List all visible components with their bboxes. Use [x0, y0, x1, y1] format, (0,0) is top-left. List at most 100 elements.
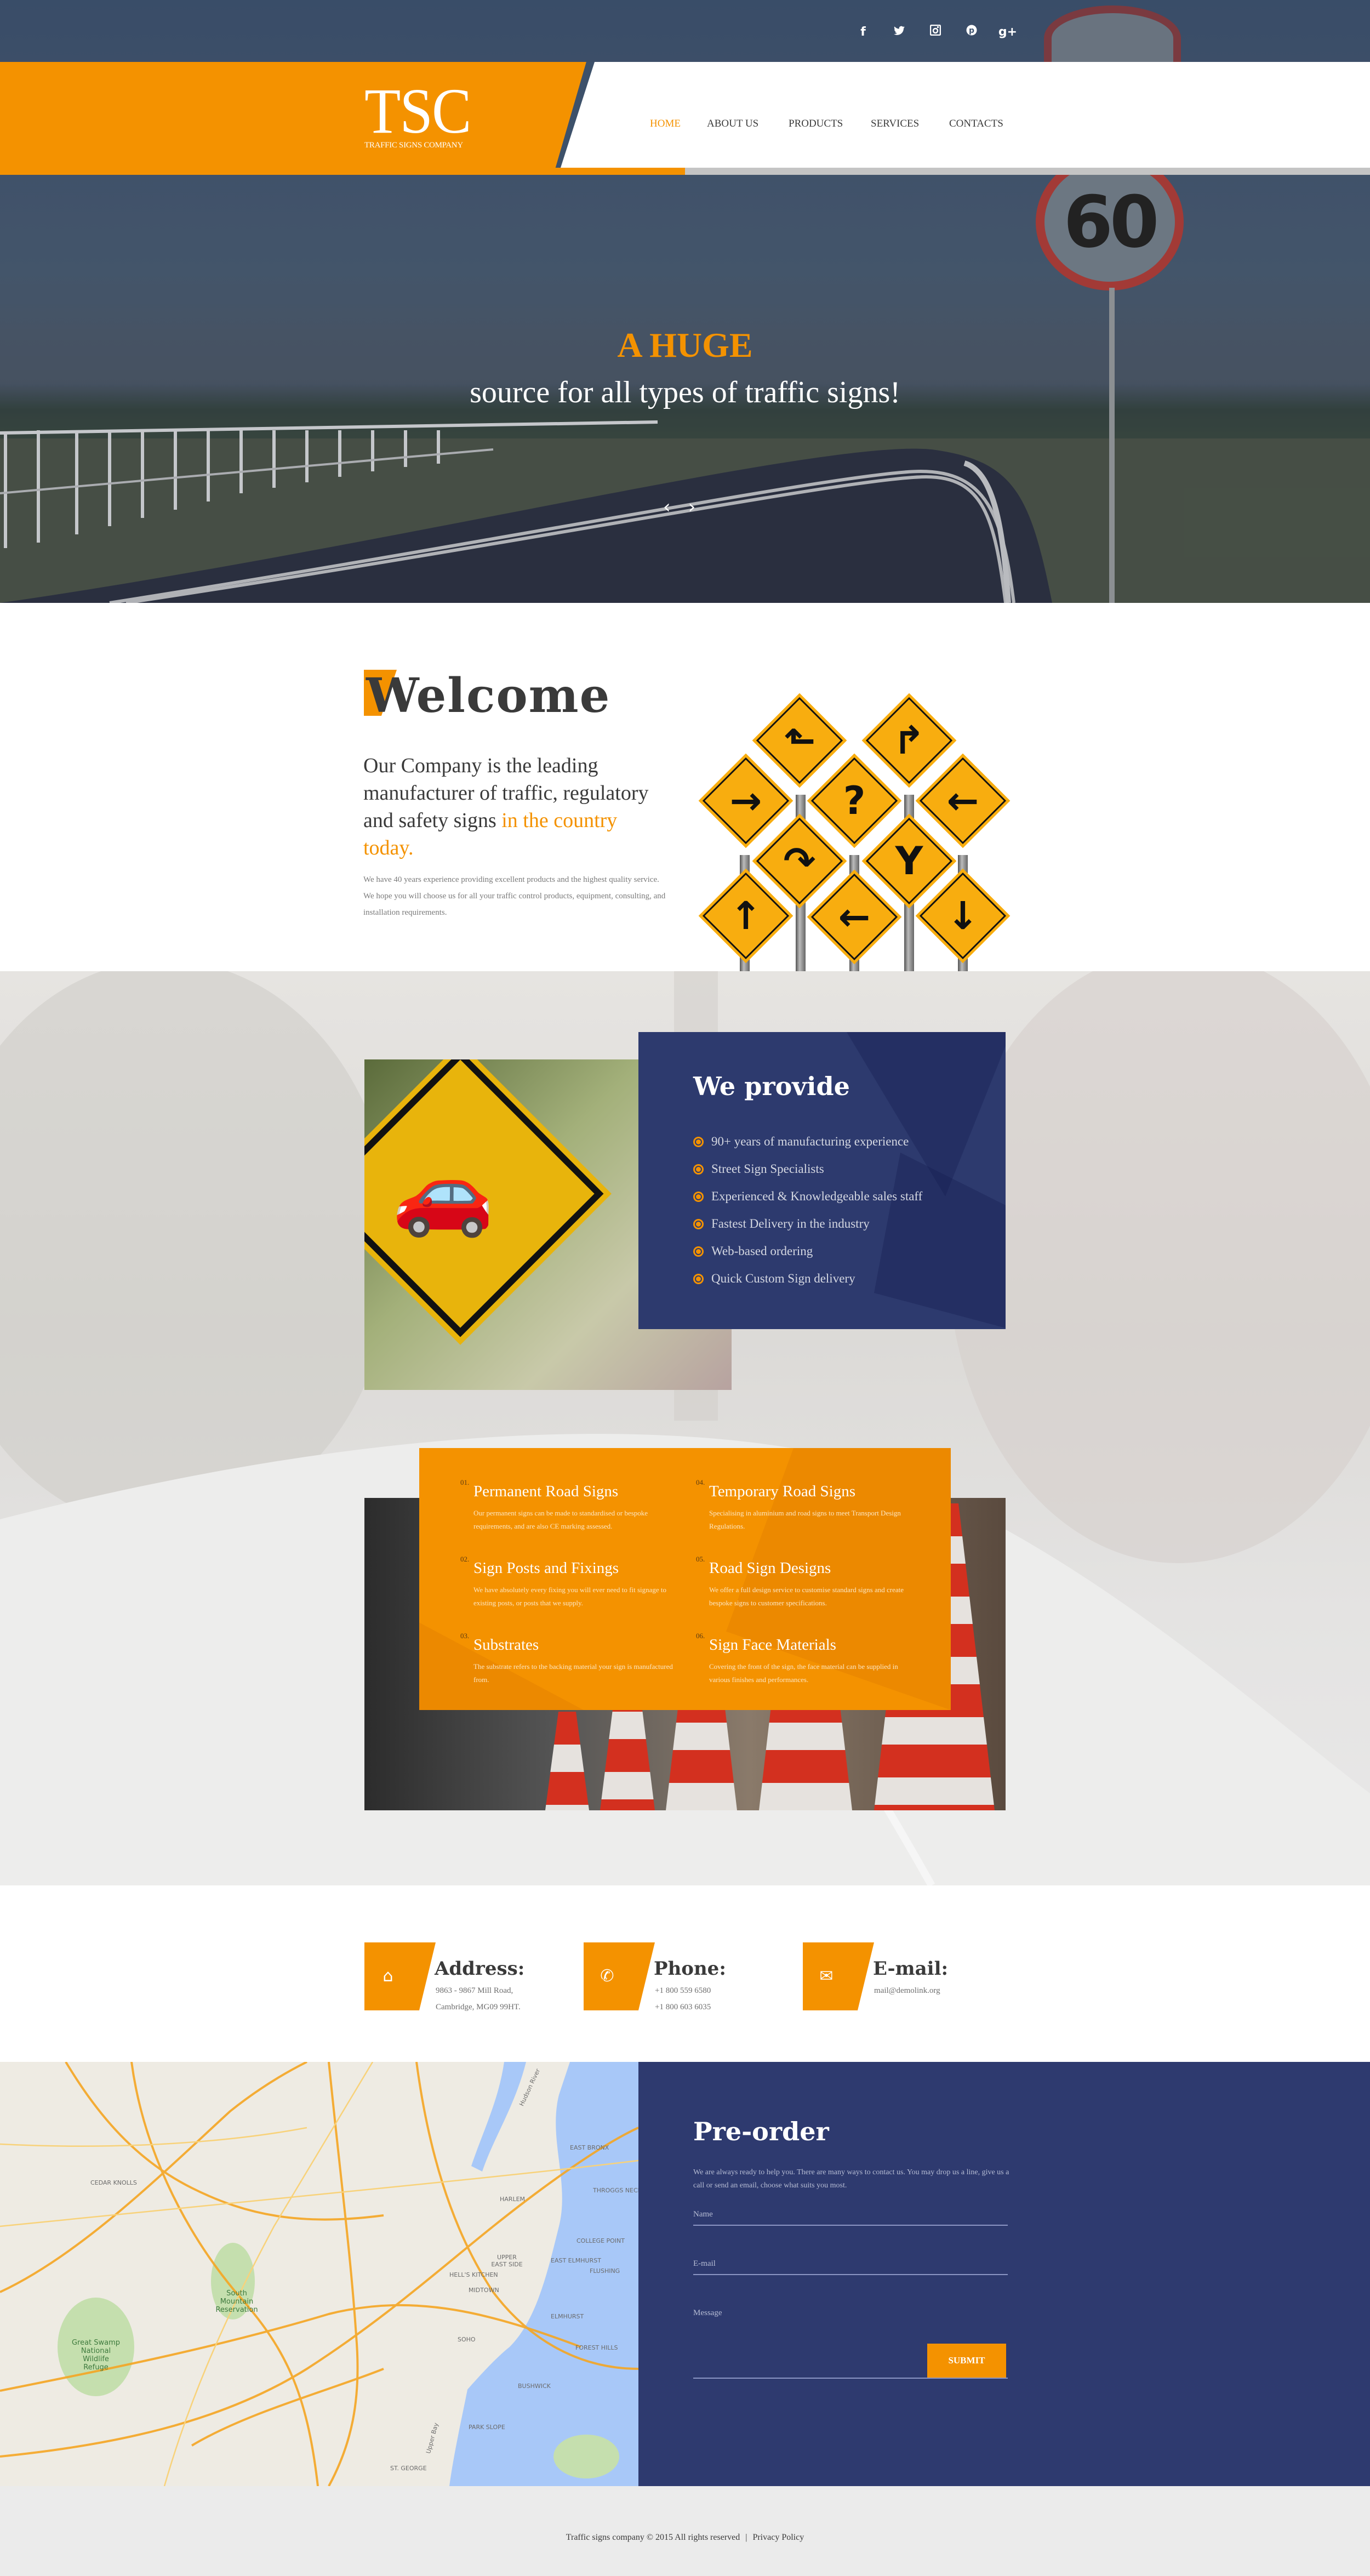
target-bullet-icon: [693, 1164, 704, 1175]
provide-item: Quick Custom Sign delivery: [693, 1265, 922, 1292]
speed-limit-number: 60: [1063, 180, 1160, 264]
map-label: BUSHWICK: [518, 2383, 551, 2390]
map-label: ELMHURST: [551, 2313, 584, 2320]
service-description: We offer a full design service to custom…: [709, 1586, 904, 1607]
preorder-intro: We are always ready to help you. There a…: [693, 2168, 1009, 2190]
turn-right-arrow-icon: ↱: [893, 718, 926, 763]
service-title[interactable]: Sign Posts and Fixings: [473, 1559, 619, 1577]
chevron-left-icon[interactable]: ‹: [663, 496, 671, 518]
pinterest-icon[interactable]: p: [954, 24, 990, 41]
nav-contacts[interactable]: CONTACTS: [949, 118, 1003, 130]
map-label: CEDAR KNOLLS: [90, 2179, 137, 2186]
logo[interactable]: TSC TRAFFIC SIGNS COMPANY: [364, 75, 496, 150]
car-icon: 🚗: [392, 1145, 494, 1240]
services-panel: 01. Permanent Road Signs Our permanent s…: [419, 1448, 951, 1710]
welcome-section: Welcome Our Company is the leading manuf…: [0, 603, 1370, 971]
nav-home[interactable]: HOME: [650, 118, 707, 130]
service-title[interactable]: Road Sign Designs: [709, 1559, 831, 1577]
slider-controls: ‹ ›: [663, 496, 695, 518]
provide-item: Experienced & Knowledgeable sales staff: [693, 1183, 922, 1210]
provide-list: 90+ years of manufacturing experience St…: [693, 1128, 922, 1292]
privacy-policy-link[interactable]: Privacy Policy: [752, 2533, 804, 2542]
preorder-section: Pre-order We are always ready to help yo…: [638, 2062, 1370, 2486]
nav-services[interactable]: SERVICES: [871, 118, 949, 130]
facebook-icon[interactable]: f: [845, 24, 881, 41]
service-title[interactable]: Sign Face Materials: [709, 1636, 836, 1654]
provide-item: Street Sign Specialists: [693, 1155, 922, 1183]
instagram-icon[interactable]: [917, 24, 954, 41]
contact-email: ✉ E-mail: mail@demolink.org: [803, 1942, 1011, 2010]
logo-text: TSC: [364, 75, 471, 147]
map-canvas[interactable]: [0, 2062, 638, 2486]
hero-headline: A HUGE source for all types of traffic s…: [0, 323, 1370, 414]
hero-slider: 60 f p g+ TSC TRAFFIC SIGNS COMPANY HOME…: [0, 0, 1370, 603]
hero-title-accent: A HUGE: [617, 326, 753, 364]
provide-item: 90+ years of manufacturing experience: [693, 1128, 922, 1155]
provide-item-text: Quick Custom Sign delivery: [711, 1272, 855, 1285]
google-plus-icon[interactable]: g+: [990, 24, 1026, 41]
arrow-right-icon: →: [729, 778, 762, 823]
service-number: 04.: [696, 1478, 705, 1486]
we-provide-panel: We provide 90+ years of manufacturing ex…: [638, 1032, 1006, 1329]
google-map[interactable]: CEDAR KNOLLS South Mountain Reservation …: [0, 2062, 638, 2486]
footer-separator: |: [745, 2533, 747, 2542]
question-mark-icon: ?: [843, 778, 866, 823]
contact-info-section: ⌂ Address: 9863 - 9867 Mill Road, Cambri…: [0, 1885, 1370, 2062]
header-underline-accent: [540, 168, 685, 175]
service-number: 05.: [696, 1555, 705, 1563]
envelope-icon: ✉: [819, 1967, 834, 1986]
provide-item: Fastest Delivery in the industry: [693, 1210, 922, 1238]
svg-text:p: p: [969, 26, 974, 35]
nav-about-us[interactable]: ABOUT US: [707, 118, 789, 130]
email-title: E-mail:: [873, 1958, 949, 1980]
map-label: HELL'S KITCHEN: [449, 2271, 498, 2278]
provide-item-text: Fastest Delivery in the industry: [711, 1217, 870, 1230]
phone-number[interactable]: +1 800 559 6580: [655, 1986, 711, 1996]
service-title[interactable]: Substrates: [473, 1636, 539, 1654]
provide-item: Web-based ordering: [693, 1238, 922, 1265]
submit-button[interactable]: SUBMIT: [927, 2344, 1006, 2378]
phone-title: Phone:: [654, 1958, 726, 1980]
map-label: PARK SLOPE: [469, 2424, 505, 2431]
email-input[interactable]: [693, 2259, 1008, 2275]
arrow-left-icon: ←: [838, 894, 871, 939]
target-bullet-icon: [693, 1246, 704, 1257]
map-label: COLLEGE POINT: [576, 2237, 625, 2244]
header-underline-grey: [685, 168, 1370, 175]
copyright-text: Traffic signs company © 2015 All rights …: [566, 2533, 740, 2542]
address-title: Address:: [435, 1958, 525, 1980]
map-label: South Mountain Reservation: [215, 2289, 258, 2314]
welcome-body: We have 40 years experience providing ex…: [363, 875, 666, 917]
welcome-lead: Our Company is the leading manufacturer …: [363, 752, 670, 862]
contact-address: ⌂ Address: 9863 - 9867 Mill Road, Cambri…: [364, 1942, 573, 2011]
chevron-right-icon[interactable]: ›: [688, 496, 696, 518]
service-number: 03.: [460, 1632, 470, 1640]
we-provide-title: We provide: [693, 1072, 850, 1101]
name-input[interactable]: [693, 2210, 1008, 2226]
service-title[interactable]: Permanent Road Signs: [473, 1483, 618, 1501]
preorder-title: Pre-order: [693, 2117, 829, 2146]
footer: Traffic signs company © 2015 All rights …: [0, 2486, 1370, 2576]
twitter-icon[interactable]: [881, 24, 917, 41]
service-number: 01.: [460, 1478, 470, 1486]
header-orange-panel: [0, 62, 586, 175]
turn-left-arrow-icon: ⬑: [783, 718, 816, 763]
map-label: FLUSHING: [590, 2267, 620, 2275]
main-nav: HOME ABOUT US PRODUCTS SERVICES CONTACTS: [650, 118, 1003, 130]
phone-number[interactable]: +1 800 603 6035: [655, 2003, 711, 2012]
map-label: MIDTOWN: [469, 2287, 499, 2294]
arrow-left-icon: ←: [946, 778, 979, 823]
service-title[interactable]: Temporary Road Signs: [709, 1483, 855, 1501]
email-link[interactable]: mail@demolink.org: [874, 1986, 940, 1996]
target-bullet-icon: [693, 1218, 704, 1229]
nav-products[interactable]: PRODUCTS: [789, 118, 871, 130]
contact-phone: ✆ Phone: +1 800 559 6580 +1 800 603 6035: [584, 1942, 792, 2012]
service-description: Covering the front of the sign, the face…: [709, 1662, 898, 1684]
map-label: SOHO: [458, 2336, 476, 2343]
map-label: ST. GEORGE: [390, 2465, 427, 2472]
main-header: TSC TRAFFIC SIGNS COMPANY HOME ABOUT US …: [0, 62, 1370, 175]
hero-title-subtitle: source for all types of traffic signs!: [470, 375, 900, 409]
provide-item-text: 90+ years of manufacturing experience: [711, 1135, 909, 1148]
service-description: Specialising in aluminium and road signs…: [709, 1509, 901, 1530]
map-label: EAST ELMHURST: [551, 2257, 601, 2264]
